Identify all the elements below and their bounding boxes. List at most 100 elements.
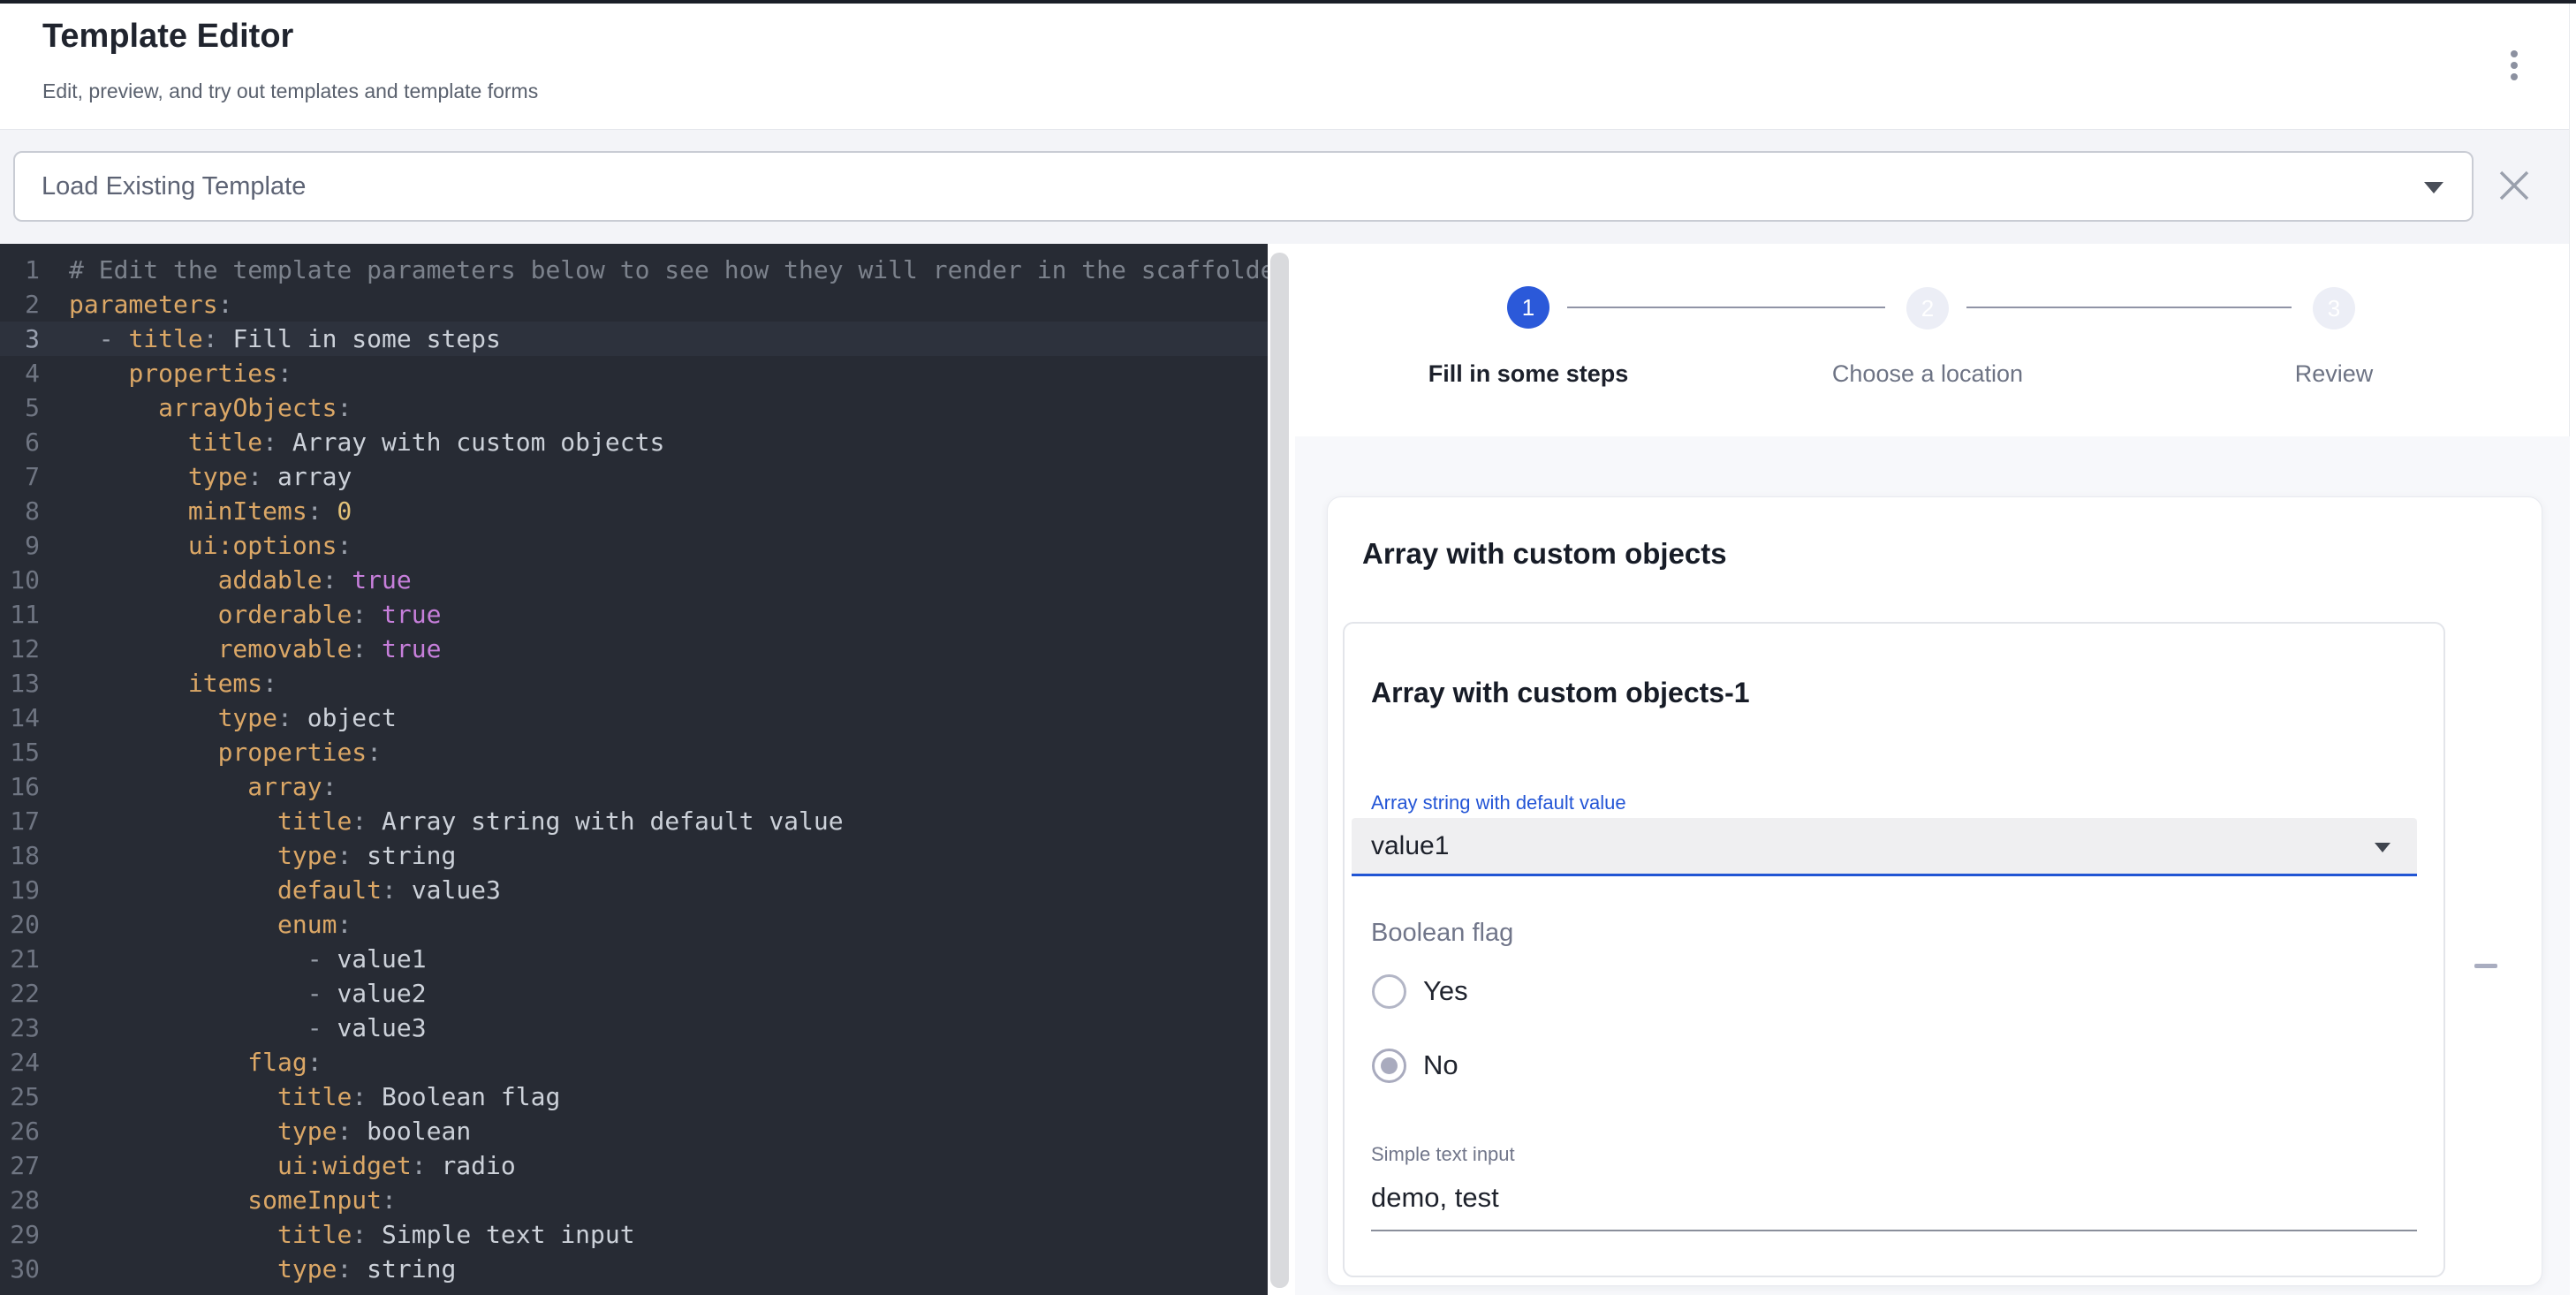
radio-option-yes[interactable]: Yes xyxy=(1372,973,1468,1009)
code-text: type: array xyxy=(69,462,352,491)
code-line-18[interactable]: 18 type: string xyxy=(0,838,1268,873)
code-line-6[interactable]: 6 title: Array with custom objects xyxy=(0,425,1268,459)
line-number: 3 xyxy=(0,322,40,356)
radio-label: No xyxy=(1423,1049,1458,1081)
text-input-underline xyxy=(1371,1230,2417,1231)
line-number: 30 xyxy=(0,1252,40,1286)
more-options-button[interactable] xyxy=(2495,39,2534,92)
code-text: ui:widget: radio xyxy=(69,1151,516,1180)
line-number: 16 xyxy=(0,769,40,804)
code-line-7[interactable]: 7 type: array xyxy=(0,459,1268,494)
code-line-22[interactable]: 22 - value2 xyxy=(0,976,1268,1011)
code-line-15[interactable]: 15 properties: xyxy=(0,735,1268,769)
code-text: orderable: true xyxy=(69,600,441,629)
code-line-16[interactable]: 16 array: xyxy=(0,769,1268,804)
code-line-4[interactable]: 4 properties: xyxy=(0,356,1268,390)
code-line-2[interactable]: 2parameters: xyxy=(0,287,1268,322)
line-number: 7 xyxy=(0,459,40,494)
step-2-indicator[interactable]: 2 xyxy=(1906,287,1949,329)
caret-down-icon xyxy=(2375,843,2390,852)
kebab-menu-icon xyxy=(2511,73,2518,80)
code-text: default: value3 xyxy=(69,875,501,905)
load-existing-template-select[interactable]: Load Existing Template xyxy=(13,151,2474,222)
step-1-label[interactable]: Fill in some steps xyxy=(1352,360,1705,388)
code-line-12[interactable]: 12 removable: true xyxy=(0,632,1268,666)
code-text: arrayObjects: xyxy=(69,393,352,422)
line-number: 10 xyxy=(0,563,40,597)
radio-label: Yes xyxy=(1423,975,1468,1007)
line-number: 22 xyxy=(0,976,40,1011)
code-line-14[interactable]: 14 type: object xyxy=(0,701,1268,735)
line-number: 28 xyxy=(0,1183,40,1217)
code-line-27[interactable]: 27 ui:widget: radio xyxy=(0,1148,1268,1183)
line-number: 15 xyxy=(0,735,40,769)
code-line-8[interactable]: 8 minItems: 0 xyxy=(0,494,1268,528)
code-text: - value2 xyxy=(69,979,427,1008)
line-number: 19 xyxy=(0,873,40,907)
code-line-17[interactable]: 17 title: Array string with default valu… xyxy=(0,804,1268,838)
code-line-13[interactable]: 13 items: xyxy=(0,666,1268,701)
array-item-card xyxy=(1343,622,2445,1277)
step-2-label[interactable]: Choose a location xyxy=(1751,360,2104,388)
code-line-5[interactable]: 5 arrayObjects: xyxy=(0,390,1268,425)
simple-text-input-label: Simple text input xyxy=(1371,1143,1515,1166)
code-line-11[interactable]: 11 orderable: true xyxy=(0,597,1268,632)
line-number: 8 xyxy=(0,494,40,528)
step-3-label[interactable]: Review xyxy=(2157,360,2511,388)
code-line-23[interactable]: 23 - value3 xyxy=(0,1011,1268,1045)
code-line-10[interactable]: 10 addable: true xyxy=(0,563,1268,597)
line-number: 4 xyxy=(0,356,40,390)
page-title: Template Editor xyxy=(42,18,293,56)
code-line-20[interactable]: 20 enum: xyxy=(0,907,1268,942)
yaml-code-editor[interactable]: 1# Edit the template parameters below to… xyxy=(0,244,1268,1295)
line-number: 18 xyxy=(0,838,40,873)
code-text: type: string xyxy=(69,841,456,870)
code-line-25[interactable]: 25 title: Boolean flag xyxy=(0,1079,1268,1114)
code-text: title: Boolean flag xyxy=(69,1082,560,1111)
template-editor-page: Template Editor Edit, preview, and try o… xyxy=(0,0,2576,1295)
code-text: ui:options: xyxy=(69,531,352,560)
code-line-19[interactable]: 19 default: value3 xyxy=(0,873,1268,907)
radio-option-no[interactable]: No xyxy=(1372,1048,1458,1083)
code-text: type: object xyxy=(69,703,397,732)
page-subtitle: Edit, preview, and try out templates and… xyxy=(42,80,538,103)
code-text: properties: xyxy=(69,738,382,767)
step-1-indicator[interactable]: 1 xyxy=(1507,286,1549,329)
stepper-connector xyxy=(1567,307,1885,308)
code-text: title: Array string with default value xyxy=(69,807,844,836)
array-item-title: Array with custom objects-1 xyxy=(1371,677,1750,709)
code-text: - value3 xyxy=(69,1013,427,1042)
caret-down-icon xyxy=(2424,182,2443,193)
boolean-flag-label: Boolean flag xyxy=(1371,919,1513,948)
radio-unchecked-icon[interactable] xyxy=(1372,974,1406,1009)
code-line-26[interactable]: 26 type: boolean xyxy=(0,1114,1268,1148)
close-icon xyxy=(2495,166,2534,205)
code-line-3[interactable]: 3 - title: Fill in some steps xyxy=(0,322,1268,356)
select-placeholder: Load Existing Template xyxy=(42,153,306,220)
code-text: addable: true xyxy=(69,565,412,594)
radio-checked-icon[interactable] xyxy=(1372,1049,1406,1083)
remove-array-item-button[interactable] xyxy=(2466,946,2505,985)
simple-text-input[interactable]: demo, test xyxy=(1371,1182,1499,1214)
line-number: 17 xyxy=(0,804,40,838)
editor-scrollbar[interactable] xyxy=(1270,253,1289,1288)
step-3-indicator[interactable]: 3 xyxy=(2313,287,2355,329)
code-line-28[interactable]: 28 someInput: xyxy=(0,1183,1268,1217)
form-section-title: Array with custom objects xyxy=(1362,537,1727,571)
code-line-24[interactable]: 24 flag: xyxy=(0,1045,1268,1079)
top-accent-bar xyxy=(0,0,2576,4)
code-text: properties: xyxy=(69,359,292,388)
code-line-1[interactable]: 1# Edit the template parameters below to… xyxy=(0,253,1268,287)
code-line-9[interactable]: 9 ui:options: xyxy=(0,528,1268,563)
array-string-select[interactable]: value1 xyxy=(1352,818,2417,876)
line-number: 14 xyxy=(0,701,40,735)
code-line-30[interactable]: 30 type: string xyxy=(0,1252,1268,1286)
line-number: 2 xyxy=(0,287,40,322)
minus-icon xyxy=(2474,964,2497,968)
code-line-29[interactable]: 29 title: Simple text input xyxy=(0,1217,1268,1252)
clear-template-button[interactable] xyxy=(2495,166,2534,205)
array-string-select-label: Array string with default value xyxy=(1371,791,1626,814)
line-number: 24 xyxy=(0,1045,40,1079)
code-line-21[interactable]: 21 - value1 xyxy=(0,942,1268,976)
line-number: 12 xyxy=(0,632,40,666)
